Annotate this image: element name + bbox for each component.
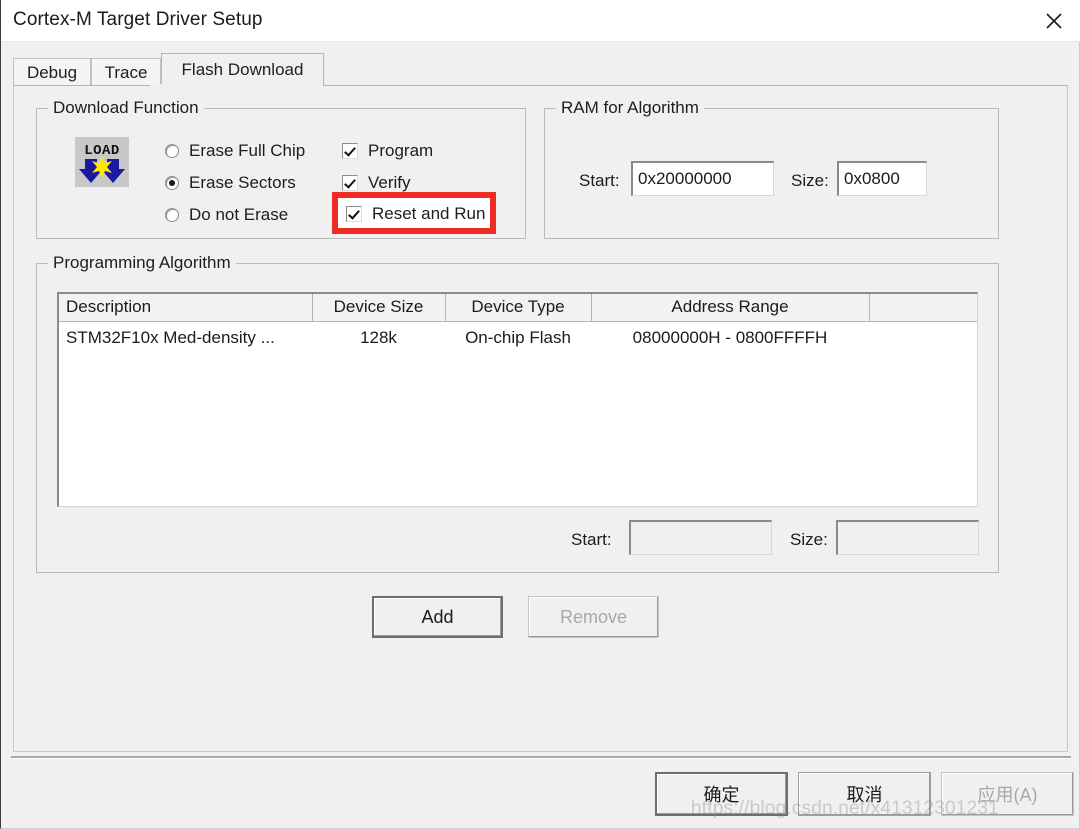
ram-start-input[interactable]: 0x20000000 [631, 161, 774, 196]
checkbox-reset-and-run-label: Reset and Run [372, 204, 486, 223]
radio-do-not-erase-icon [165, 208, 179, 222]
column-header-device-type[interactable]: Device Type [445, 294, 592, 322]
checkbox-program[interactable]: Program [342, 141, 433, 161]
ram-for-algorithm-title: RAM for Algorithm [556, 98, 704, 118]
ram-size-input[interactable]: 0x0800 [837, 161, 927, 196]
table-row[interactable]: STM32F10x Med-density ... 128k On-chip F… [59, 321, 977, 354]
ram-for-algorithm-group: RAM for Algorithm Start: 0x20000000 Size… [544, 98, 999, 239]
programming-algorithm-title: Programming Algorithm [48, 253, 236, 273]
apply-button: 应用(A) [941, 772, 1074, 816]
checkbox-verify-label: Verify [368, 173, 411, 192]
option-do-not-erase[interactable]: Do not Erase [165, 205, 288, 225]
programming-algorithm-group: Programming Algorithm Description Device… [36, 253, 999, 573]
footer-separator [11, 756, 1071, 759]
column-header-device-size[interactable]: Device Size [312, 294, 446, 322]
cell-device-type: On-chip Flash [445, 321, 591, 354]
column-header-extra[interactable] [869, 294, 977, 322]
option-erase-sectors[interactable]: Erase Sectors [165, 173, 296, 193]
checkbox-verify[interactable]: Verify [342, 173, 411, 193]
radio-erase-sectors-icon [165, 176, 179, 190]
ok-button[interactable]: 确定 [655, 772, 788, 816]
ram-start-label: Start: [579, 171, 620, 190]
option-erase-full-chip[interactable]: Erase Full Chip [165, 141, 305, 161]
option-do-not-erase-label: Do not Erase [189, 205, 289, 224]
tab-trace[interactable]: Trace [91, 58, 161, 86]
option-erase-full-chip-label: Erase Full Chip [189, 141, 306, 160]
algorithm-size-label: Size: [790, 530, 828, 549]
column-header-address-range[interactable]: Address Range [591, 294, 870, 322]
checkbox-reset-and-run[interactable]: Reset and Run [346, 204, 485, 224]
checkbox-program-icon [342, 143, 358, 159]
remove-button: Remove [528, 596, 659, 638]
tab-flash-download[interactable]: Flash Download [161, 53, 324, 86]
algorithm-start-input[interactable] [629, 520, 772, 555]
algorithm-table-container[interactable]: Description Device Size Device Type Addr… [57, 292, 978, 507]
algorithm-table: Description Device Size Device Type Addr… [59, 294, 977, 354]
option-erase-sectors-label: Erase Sectors [189, 173, 296, 192]
active-tab-seam [150, 84, 311, 87]
table-header-row: Description Device Size Device Type Addr… [59, 294, 977, 322]
cell-device-size: 128k [312, 321, 445, 354]
algorithm-size-input[interactable] [836, 520, 979, 555]
algorithm-start-label: Start: [571, 530, 612, 549]
checkbox-verify-icon [342, 175, 358, 191]
load-icon: LOAD [75, 137, 129, 187]
cell-extra [869, 321, 977, 354]
title-bar: Cortex-M Target Driver Setup [1, 0, 1080, 42]
ram-size-label: Size: [791, 171, 829, 190]
tab-debug[interactable]: Debug [13, 58, 91, 86]
target-driver-setup-window: Cortex-M Target Driver Setup Debug Trace… [0, 0, 1080, 829]
cancel-button[interactable]: 取消 [798, 772, 931, 816]
checkbox-program-label: Program [368, 141, 434, 160]
load-glyph: LOAD [75, 137, 129, 187]
cell-address-range: 08000000H - 0800FFFFH [591, 321, 869, 354]
radio-erase-full-chip-icon [165, 144, 179, 158]
column-header-description[interactable]: Description [59, 294, 313, 322]
checkbox-reset-and-run-icon [346, 206, 362, 222]
close-icon [1046, 12, 1062, 29]
close-button[interactable] [1028, 0, 1080, 41]
window-title: Cortex-M Target Driver Setup [13, 9, 263, 30]
add-button[interactable]: Add [372, 596, 503, 638]
tab-strip: Debug Trace Flash Download [13, 53, 1069, 86]
download-function-title: Download Function [48, 98, 204, 118]
cell-description: STM32F10x Med-density ... [59, 321, 312, 354]
